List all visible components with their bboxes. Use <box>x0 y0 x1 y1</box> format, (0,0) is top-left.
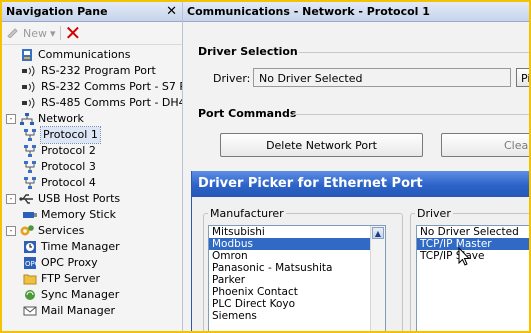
tree-item-label: USB Host Ports <box>38 192 121 205</box>
tree-item-label: Memory Stick <box>41 208 117 221</box>
tree-item[interactable]: RS-232 Comms Port - S7 P <box>2 79 182 95</box>
ftp-server-icon <box>22 272 38 286</box>
tree-item-label: Protocol 1 <box>40 126 101 144</box>
manufacturer-list-item[interactable]: PLC Direct Koyo <box>209 298 385 310</box>
tree-item-label: RS-232 Comms Port - S7 P <box>41 80 183 93</box>
driver-selection-heading: Driver Selection <box>198 45 298 58</box>
tree-item-label: Communications <box>38 48 131 61</box>
collapse-toggle-icon[interactable]: - <box>6 114 16 124</box>
network-icon <box>19 112 35 126</box>
serial-port-icon <box>22 64 38 78</box>
tree-item[interactable]: Sync Manager <box>2 287 182 303</box>
manufacturer-list-item[interactable]: Mitsubishi <box>209 226 385 238</box>
driver-field: No Driver Selected <box>253 68 511 87</box>
collapse-toggle-icon[interactable]: - <box>6 226 16 236</box>
manufacturer-list-item[interactable]: Siemens <box>209 310 385 322</box>
tree-item[interactable]: Mail Manager <box>2 303 182 319</box>
services-icon <box>19 224 35 238</box>
collapse-toggle-icon[interactable]: - <box>6 194 16 204</box>
protocol-icon <box>22 144 38 158</box>
protocol-icon <box>22 160 38 174</box>
tree-item-label: RS-232 Program Port <box>41 64 156 77</box>
new-item-icon <box>6 26 20 41</box>
clear-button[interactable]: Clear I <box>441 133 529 157</box>
port-commands-heading: Port Commands <box>198 107 297 120</box>
protocol-icon <box>22 176 38 190</box>
manufacturer-list[interactable]: ▲ Mitsubishi Modbus Omron Panasonic - Matsu… <box>208 225 386 331</box>
delete-network-port-button[interactable]: Delete Network Port <box>220 133 423 157</box>
tree-item[interactable]: Protocol 1 <box>2 126 182 144</box>
tree-item[interactable]: Memory Stick <box>2 207 182 223</box>
svg-text:OPC: OPC <box>25 260 37 268</box>
section-divider <box>299 52 529 53</box>
sync-manager-icon <box>22 288 38 302</box>
app-window: Navigation Pane ✕ New ▾ ✕ Communications… <box>0 0 531 333</box>
manufacturer-label: Manufacturer <box>210 207 284 220</box>
scroll-up-icon[interactable]: ▲ <box>372 227 384 239</box>
tree-item-label: Network <box>38 112 84 125</box>
driver-picker-dialog: Driver Picker for Ethernet Port Manufact… <box>191 171 529 331</box>
serial-port-icon <box>22 96 38 110</box>
communications-icon <box>19 48 35 62</box>
manufacturer-list-item[interactable]: Parker <box>209 274 385 286</box>
manufacturer-list-item[interactable]: Phoenix Contact <box>209 286 385 298</box>
driver-list-item[interactable]: TCP/IP Master <box>417 238 529 250</box>
tree-item[interactable]: Protocol 3 <box>2 159 182 175</box>
tree-item-label: Protocol 3 <box>41 160 96 173</box>
tree-item-label: Services <box>38 224 85 237</box>
manufacturer-scrollbar[interactable]: ▲ <box>370 226 385 331</box>
manufacturer-list-item[interactable]: Panasonic - Matsushita <box>209 262 385 274</box>
navigation-pane-title: Navigation Pane <box>6 5 108 18</box>
tree-item-label: Mail Manager <box>41 304 116 317</box>
navigation-pane-header: Navigation Pane ✕ <box>2 2 182 22</box>
protocol-icon <box>22 128 38 142</box>
tree-item-label: FTP Server <box>41 272 101 285</box>
driver-list-item[interactable]: No Driver Selected <box>417 226 529 238</box>
navigation-pane: Navigation Pane ✕ New ▾ ✕ Communications… <box>2 2 183 331</box>
dialog-title: Driver Picker for Ethernet Port <box>192 171 529 197</box>
mouse-cursor-icon <box>458 247 471 266</box>
driver-label: Driver: <box>213 72 251 85</box>
new-button-label: New <box>23 26 47 40</box>
navigation-toolbar: New ▾ ✕ <box>2 22 182 45</box>
tree-item[interactable]: - Services <box>2 223 182 239</box>
mail-manager-icon <box>22 304 38 318</box>
tree-item[interactable]: - Network <box>2 111 182 127</box>
tree-item-label: RS-485 Comms Port - DH4 <box>41 96 183 109</box>
delete-icon[interactable]: ✕ <box>65 23 82 43</box>
tree-item[interactable]: FTP Server <box>2 271 182 287</box>
usb-icon <box>19 192 35 206</box>
tree-item[interactable]: Protocol 2 <box>2 143 182 159</box>
tree-item[interactable]: OPC OPC Proxy <box>2 255 182 271</box>
close-icon[interactable]: ✕ <box>166 2 177 21</box>
tree-item[interactable]: Communications <box>2 47 182 63</box>
driver-list-item[interactable]: TCP/IP Slave <box>417 250 529 262</box>
page-title: Communications - Network - Protocol 1 <box>183 2 529 22</box>
tree-item-label: Protocol 2 <box>41 144 96 157</box>
tree-item-label: Time Manager <box>41 240 120 253</box>
tree-item-label: Sync Manager <box>41 288 120 301</box>
tree-item[interactable]: RS-485 Comms Port - DH4 <box>2 95 182 111</box>
tree-item[interactable]: Protocol 4 <box>2 175 182 191</box>
memory-stick-icon <box>22 208 38 222</box>
serial-port-icon <box>22 80 38 94</box>
tree-item[interactable]: Time Manager <box>2 239 182 255</box>
chevron-down-icon: ▾ <box>50 26 56 40</box>
driver-group-label: Driver <box>417 207 451 220</box>
tree-item-label: Protocol 4 <box>41 176 96 189</box>
tree-item[interactable]: RS-232 Program Port <box>2 63 182 79</box>
time-manager-icon <box>22 240 38 254</box>
navigation-tree: Communications RS-232 Program Port RS-232 … <box>2 45 182 319</box>
manufacturer-list-item[interactable]: Modbus <box>209 238 385 250</box>
section-divider <box>293 114 529 115</box>
tree-item[interactable]: - USB Host Ports <box>2 191 182 207</box>
manufacturer-list-item[interactable]: Omron <box>209 250 385 262</box>
new-button[interactable]: New ▾ <box>6 26 56 41</box>
driver-list[interactable]: No Driver Selected TCP/IP Master TCP/IP Sl… <box>416 225 529 331</box>
pick-button[interactable]: Pick... <box>516 68 529 87</box>
tree-item-label: OPC Proxy <box>41 256 98 269</box>
opc-proxy-icon: OPC <box>22 256 38 270</box>
